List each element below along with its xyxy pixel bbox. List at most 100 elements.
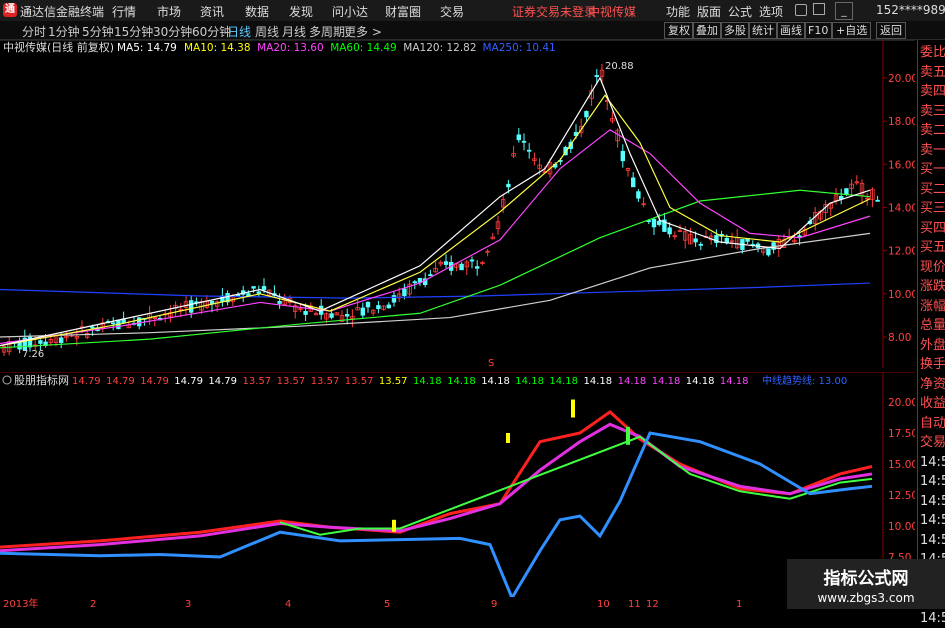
menu-news[interactable]: 资讯: [200, 3, 224, 20]
tab-multi[interactable]: 多周期: [309, 23, 345, 40]
right-panel-item-23[interactable]: 14:56: [920, 493, 945, 511]
menu-market[interactable]: 市场: [157, 3, 181, 20]
right-panel-item-4[interactable]: 卖二: [920, 122, 945, 140]
user-icon[interactable]: [795, 4, 807, 16]
candles: [1, 63, 880, 356]
menu-quotes[interactable]: 行情: [112, 3, 136, 20]
x-label-3: 4: [285, 599, 291, 609]
right-panel-item-29[interactable]: 14:56: [920, 610, 945, 628]
right-panel-item-2[interactable]: 卖四: [920, 83, 945, 101]
tab-weekly[interactable]: 周线: [255, 23, 279, 40]
right-panel-item-0[interactable]: 委比: [920, 44, 945, 62]
menu-options[interactable]: 选项: [759, 3, 783, 20]
settings-icon[interactable]: [2, 375, 12, 385]
indicator-value-19: 14.18: [720, 376, 749, 387]
right-panel-item-10[interactable]: 买五: [920, 239, 945, 257]
indicator-value-16: 14.18: [618, 376, 647, 387]
app-title: 通达信金融终端: [20, 5, 105, 19]
indicator-value-12: 14.18: [481, 376, 510, 387]
menu-function[interactable]: 功能: [666, 3, 690, 20]
x-label-5: 9: [491, 599, 497, 609]
user-account[interactable]: 152****9892: [876, 3, 945, 17]
y-tick-1: 18.00: [888, 116, 915, 128]
indicator-value-14: 14.18: [549, 376, 578, 387]
right-panel-item-7[interactable]: 买二: [920, 181, 945, 199]
right-panel-item-5[interactable]: 卖一: [920, 142, 945, 160]
menu-discover[interactable]: 发现: [289, 3, 313, 20]
tab-intraday[interactable]: 分时: [22, 23, 46, 40]
draw-button[interactable]: 画线: [776, 22, 806, 39]
tab-5min[interactable]: 5分钟: [82, 23, 114, 40]
right-panel-item-22[interactable]: 14:56: [920, 473, 945, 491]
x-label-2: 3: [185, 599, 191, 609]
tab-15min[interactable]: 15分钟: [114, 23, 153, 40]
indicator-value-17: 14.18: [652, 376, 681, 387]
main-candle-chart[interactable]: 中视传媒(日线 前复权) MA5: 14.79 MA10: 14.38 MA20: …: [0, 40, 915, 368]
tab-more[interactable]: 更多 >: [344, 23, 382, 40]
main-y-axis: 20.00 18.00 16.00 14.00 12.00 10.00 8.00: [883, 73, 915, 344]
right-panel-item-11[interactable]: 现价: [920, 259, 945, 277]
right-panel-item-9[interactable]: 买四: [920, 220, 945, 238]
x-label-9: 1: [736, 599, 742, 609]
stats-button[interactable]: 统计: [748, 22, 778, 39]
minimize-icon[interactable]: _: [835, 2, 853, 20]
menu-data[interactable]: 数据: [245, 3, 269, 20]
y-tick-4: 12.00: [888, 246, 915, 258]
tab-daily[interactable]: 日线: [227, 23, 251, 40]
menu-wealth[interactable]: 财富圈: [385, 3, 421, 20]
right-panel-item-14[interactable]: 总量: [920, 317, 945, 335]
right-panel-item-18[interactable]: 收益: [920, 395, 945, 413]
ind-y-tick-3: 12.50: [888, 490, 915, 502]
menu-formula[interactable]: 公式: [728, 3, 752, 20]
tab-30min[interactable]: 30分钟: [153, 23, 192, 40]
message-icon[interactable]: [813, 3, 825, 15]
restore-right-button[interactable]: 复权: [664, 22, 694, 39]
right-panel-item-25[interactable]: 14:56: [920, 532, 945, 550]
indicator-value-2: 14.79: [140, 376, 169, 387]
add-watch-button[interactable]: +自选: [832, 22, 872, 39]
right-panel-item-19[interactable]: 自动: [920, 415, 945, 433]
ma-label-0: MA5: 14.79: [117, 42, 177, 54]
indicator-values: 14.79 14.79 14.79 14.79 14.79 13.57 13.57 13.57…: [72, 374, 847, 387]
high-label: 20.88: [605, 61, 634, 72]
tab-1min[interactable]: 1分钟: [48, 23, 80, 40]
right-panel-item-13[interactable]: 涨幅: [920, 298, 945, 316]
indicator-chart[interactable]: 股朋指标网 14.79 14.79 14.79 14.79 14.79 13.57 13.5…: [0, 372, 915, 597]
menu-trade[interactable]: 交易: [440, 3, 464, 20]
indicator-value-5: 13.57: [243, 376, 272, 387]
login-warning[interactable]: 证券交易未登录: [512, 3, 596, 20]
f10-button[interactable]: F10: [804, 22, 833, 39]
watermark: 指标公式网 www.zbgs3.com: [787, 559, 945, 609]
indicator-value-11: 14.18: [447, 376, 476, 387]
tab-60min[interactable]: 60分钟: [192, 23, 231, 40]
right-panel-item-20[interactable]: 交易: [920, 434, 945, 452]
menu-layout[interactable]: 版面: [697, 3, 721, 20]
menu-ask[interactable]: 问小达: [332, 3, 368, 20]
indicator-value-18: 14.18: [686, 376, 715, 387]
right-panel-item-24[interactable]: 14:56: [920, 512, 945, 530]
x-label-7: 11: [628, 599, 641, 609]
x-label-0: 2013年: [3, 597, 38, 609]
indicator-value-1: 14.79: [106, 376, 135, 387]
multi-stock-button[interactable]: 多股: [720, 22, 750, 39]
right-panel-item-17[interactable]: 净资: [920, 376, 945, 394]
x-axis: 2013年2345910111212: [3, 597, 836, 609]
indicator-title: 股朋指标网: [14, 373, 69, 387]
indicator-value-0: 14.79: [72, 376, 101, 387]
right-panel-item-15[interactable]: 外盘: [920, 337, 945, 355]
tab-monthly[interactable]: 月线: [282, 23, 306, 40]
ma-label-3: MA60: 14.49: [330, 42, 397, 54]
period-tabs: 分时 1分钟 5分钟 15分钟 30分钟 60分钟 日线 周线 月线 多周期 更…: [0, 21, 945, 40]
ma-label-4: MA120: 12.82: [403, 42, 476, 54]
overlay-button[interactable]: 叠加: [692, 22, 722, 39]
right-panel-item-21[interactable]: 14:56: [920, 454, 945, 472]
app-logo-icon: 通: [3, 3, 17, 17]
back-button[interactable]: 返回: [876, 22, 906, 39]
right-panel-item-16[interactable]: 换手: [920, 356, 945, 374]
ma-label-1: MA10: 14.38: [184, 42, 251, 54]
right-panel-item-8[interactable]: 买三: [920, 200, 945, 218]
right-panel-item-6[interactable]: 买一: [920, 161, 945, 179]
right-panel-item-3[interactable]: 卖三: [920, 103, 945, 121]
right-panel-item-12[interactable]: 涨跌: [920, 278, 945, 296]
right-panel-item-1[interactable]: 卖五: [920, 64, 945, 82]
